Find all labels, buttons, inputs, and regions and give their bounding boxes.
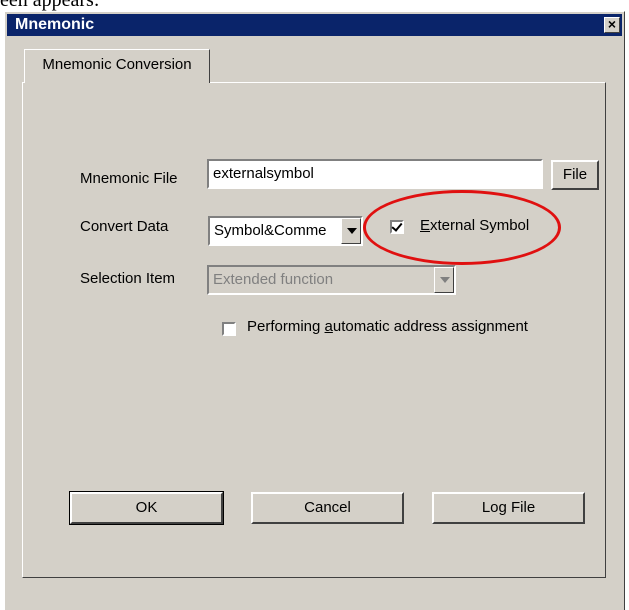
mnemonic-file-input[interactable]: externalsymbol bbox=[207, 159, 543, 189]
chevron-down-icon[interactable] bbox=[341, 218, 361, 244]
mnemonic-file-label: Mnemonic File bbox=[80, 170, 178, 187]
convert-data-value: Symbol&Comme bbox=[214, 222, 327, 239]
document-caption: een appears: bbox=[0, 0, 100, 11]
auto-address-accesskey: a bbox=[324, 318, 333, 335]
selection-item-label: Selection Item bbox=[80, 270, 176, 287]
auto-address-label-rest: utomatic address assignment bbox=[332, 318, 528, 335]
auto-address-label[interactable]: Performing automatic address assignment bbox=[247, 318, 528, 335]
selection-item-select: Extended function bbox=[207, 265, 456, 295]
external-symbol-checkbox[interactable] bbox=[390, 220, 404, 234]
close-button[interactable]: × bbox=[604, 17, 620, 33]
ok-button[interactable]: OK bbox=[69, 491, 224, 525]
auto-address-label-pre: Performing bbox=[247, 318, 325, 335]
close-icon: × bbox=[607, 16, 617, 32]
convert-data-label: Convert Data bbox=[80, 218, 169, 235]
chevron-down-icon bbox=[434, 267, 454, 293]
external-symbol-label[interactable]: External Symbol bbox=[420, 217, 529, 234]
tab-mnemonic-conversion[interactable]: Mnemonic Conversion bbox=[24, 49, 210, 83]
file-button[interactable]: File bbox=[551, 160, 599, 190]
auto-address-checkbox[interactable] bbox=[222, 322, 236, 336]
title-bar: Mnemonic × bbox=[7, 14, 622, 36]
window-title: Mnemonic bbox=[15, 16, 95, 33]
selection-item-value: Extended function bbox=[213, 271, 334, 288]
cancel-button[interactable]: Cancel bbox=[251, 492, 404, 524]
log-file-button[interactable]: Log File bbox=[432, 492, 585, 524]
external-symbol-label-rest: xternal Symbol bbox=[430, 217, 530, 234]
external-symbol-accesskey: E bbox=[420, 217, 431, 234]
convert-data-select[interactable]: Symbol&Comme bbox=[208, 216, 363, 246]
